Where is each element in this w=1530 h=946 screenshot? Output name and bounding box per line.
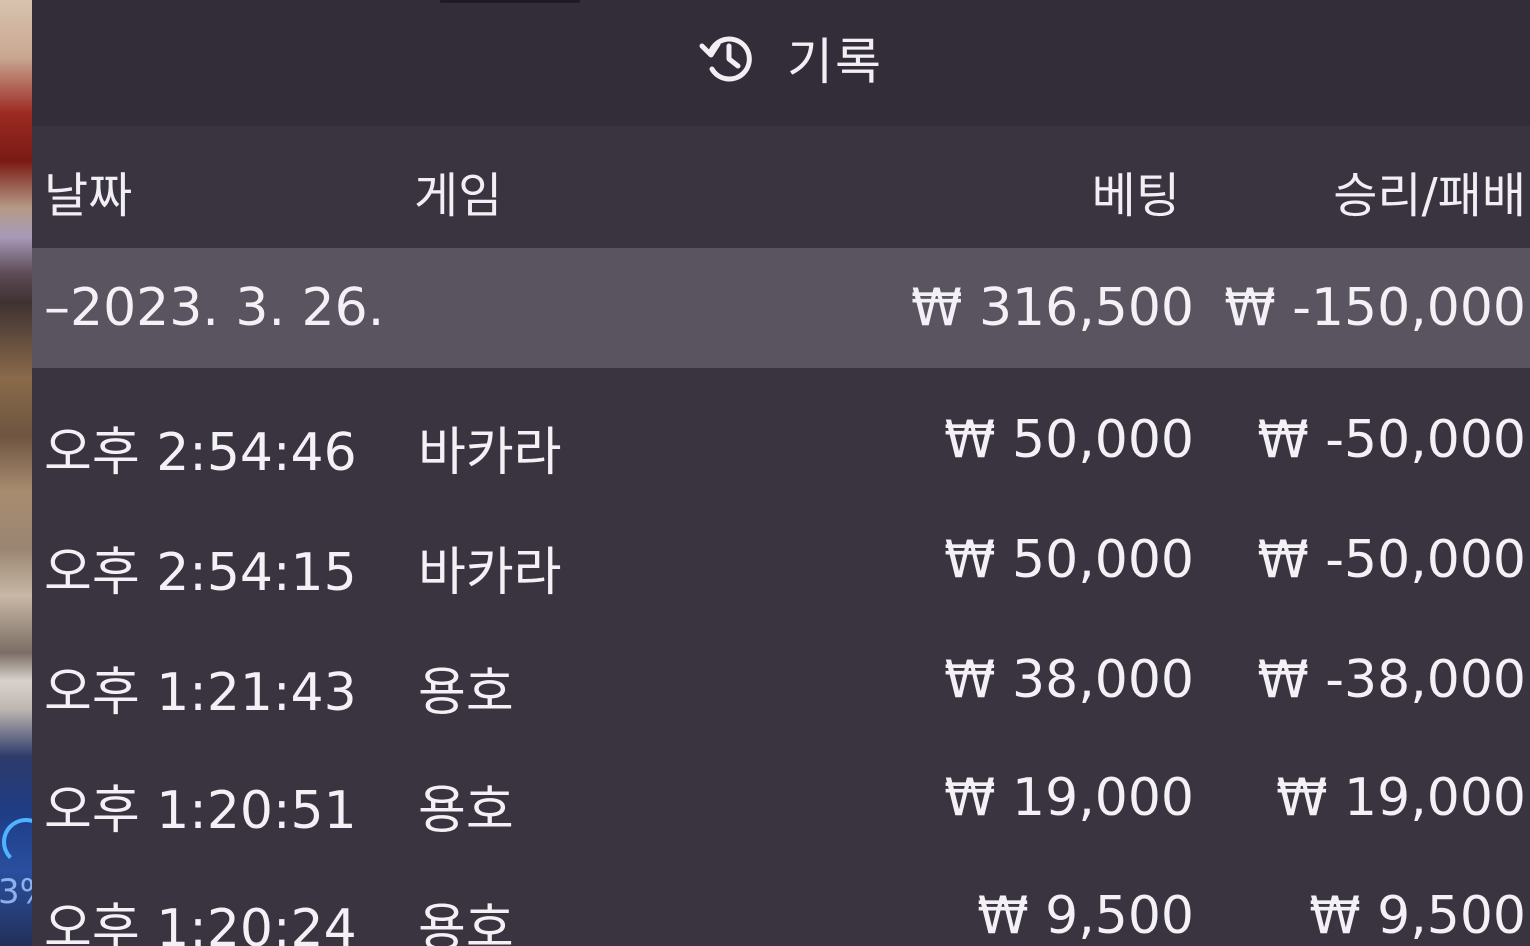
column-header-date[interactable]: 날짜 <box>44 156 132 226</box>
date-group-label: –2023. 3. 26. <box>44 278 385 338</box>
row-game: 바카라 <box>418 543 562 603</box>
row-bet: ₩ 9,500 <box>977 886 1194 946</box>
row-bet: ₩ 50,000 <box>944 410 1194 470</box>
row-game: 용호 <box>418 781 514 841</box>
history-title-bar: 기록 <box>32 0 1530 126</box>
row-time: 오후 1:20:24 <box>44 899 357 946</box>
row-game: 바카라 <box>418 423 562 483</box>
screen: 3% 기록 날짜 게임 베팅 승리/패배 –2023. 3. 26. ₩ 316… <box>0 0 1530 946</box>
row-time: 오후 2:54:15 <box>44 543 357 603</box>
row-game: 용호 <box>418 899 514 946</box>
history-title-label: 기록 <box>787 33 883 91</box>
table-row[interactable]: 오후 1:21:43 용호 ₩ 38,000 ₩ -38,000 <box>32 620 1530 740</box>
drag-handle[interactable] <box>440 0 580 3</box>
row-bet: ₩ 50,000 <box>944 530 1194 590</box>
date-group-result-total: ₩ -150,000 <box>1224 278 1526 338</box>
column-header-game[interactable]: 게임 <box>414 156 502 226</box>
background-game-view: 3% <box>0 0 52 946</box>
table-row[interactable]: 오후 2:54:46 바카라 ₩ 50,000 ₩ -50,000 <box>32 380 1530 500</box>
row-bet: ₩ 38,000 <box>944 650 1194 710</box>
history-icon <box>699 29 757 87</box>
row-result: ₩ 9,500 <box>1309 886 1526 946</box>
date-group-row[interactable]: –2023. 3. 26. ₩ 316,500 ₩ -150,000 <box>32 248 1530 368</box>
row-bet: ₩ 19,000 <box>944 768 1194 828</box>
row-time: 오후 1:20:51 <box>44 781 357 841</box>
row-result: ₩ -50,000 <box>1257 530 1526 590</box>
row-result: ₩ -50,000 <box>1257 410 1526 470</box>
row-result: ₩ -38,000 <box>1257 650 1526 710</box>
column-header-bet[interactable]: 베팅 <box>1092 156 1180 226</box>
column-header-result[interactable]: 승리/패배 <box>1333 156 1526 226</box>
date-group-bet-total: ₩ 316,500 <box>911 278 1194 338</box>
table-row[interactable]: 오후 1:20:24 용호 ₩ 9,500 ₩ 9,500 <box>32 856 1530 946</box>
table-row[interactable]: 오후 1:20:51 용호 ₩ 19,000 ₩ 19,000 <box>32 738 1530 858</box>
history-title: 기록 <box>699 22 883 94</box>
table-header: 날짜 게임 베팅 승리/패배 <box>32 126 1530 248</box>
row-time: 오후 1:21:43 <box>44 663 357 723</box>
row-result: ₩ 19,000 <box>1276 768 1526 828</box>
table-row[interactable]: 오후 2:54:15 바카라 ₩ 50,000 ₩ -50,000 <box>32 500 1530 620</box>
history-panel: 기록 날짜 게임 베팅 승리/패배 –2023. 3. 26. ₩ 316,50… <box>32 0 1530 946</box>
row-game: 용호 <box>418 663 514 723</box>
row-time: 오후 2:54:46 <box>44 423 357 483</box>
